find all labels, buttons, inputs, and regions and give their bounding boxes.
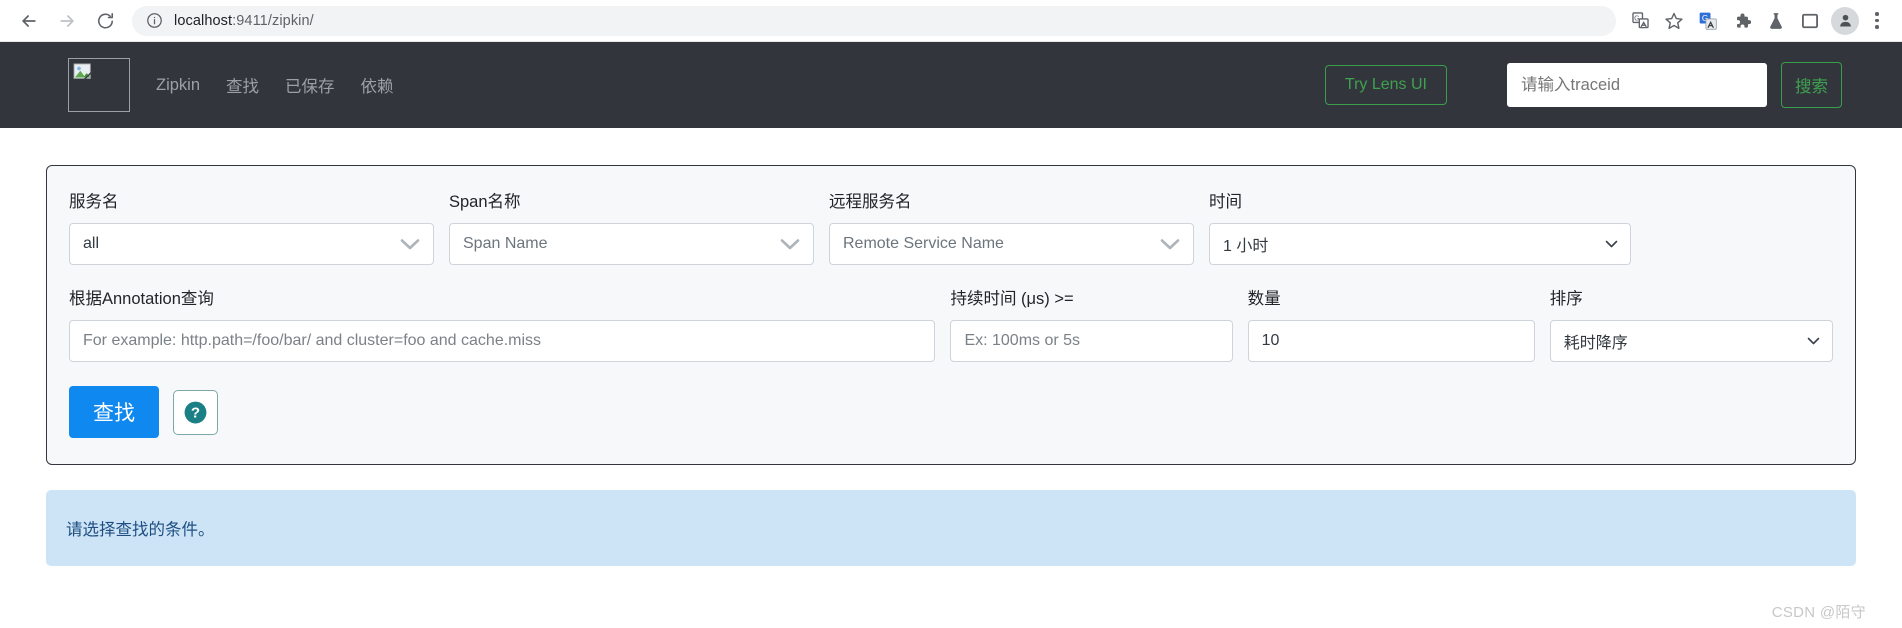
extensions-puzzle-icon[interactable] (1726, 5, 1758, 37)
filter-row-1: 服务名 all Span名称 Span Name 远程服务名 Remote Se… (69, 188, 1833, 265)
annotation-query-input[interactable] (69, 320, 936, 362)
zipkin-logo (68, 58, 130, 112)
sort-order-select[interactable]: 耗时降序 (1549, 320, 1833, 362)
lookback-value: 1 小时 (1223, 238, 1269, 255)
address-bar[interactable]: localhost:9411/zipkin/ (132, 5, 1616, 36)
span-name-value: Span Name (463, 235, 548, 252)
label-span-name: Span名称 (449, 193, 521, 211)
url-path: :9411/zipkin/ (232, 12, 314, 29)
field-limit: 数量 10 (1247, 285, 1535, 362)
field-lookback: 时间 1 小时 (1209, 188, 1631, 265)
back-button[interactable] (12, 4, 46, 38)
chevron-down-icon (780, 238, 800, 251)
action-buttons: 查找 ? (69, 386, 1833, 438)
label-sort-order: 排序 (1549, 290, 1583, 308)
lookback-select[interactable]: 1 小时 (1209, 223, 1631, 265)
filter-row-2: 根据Annotation查询 持续时间 (μs) >= 数量 10 排序 耗时降… (69, 285, 1833, 362)
watermark: CSDN @陌守 (1771, 604, 1866, 621)
three-dot-menu-icon[interactable] (1864, 5, 1890, 37)
bookmark-star-icon[interactable] (1658, 5, 1690, 37)
page-body: 服务名 all Span名称 Span Name 远程服务名 Remote Se… (0, 165, 1902, 566)
field-annotation-query: 根据Annotation查询 (69, 285, 936, 362)
duration-input[interactable] (950, 320, 1233, 362)
label-remote-service-name: 远程服务名 (829, 193, 912, 211)
field-span-name: Span名称 Span Name (449, 188, 814, 265)
header-right: Try Lens UI 搜索 (1324, 62, 1842, 108)
sort-order-value: 耗时降序 (1563, 335, 1628, 352)
reload-button[interactable] (88, 4, 122, 38)
broken-image-placeholder-icon (73, 63, 94, 81)
zipkin-header: Zipkin 查找 已保存 依赖 Try Lens UI 搜索 (0, 42, 1902, 128)
remote-service-name-select[interactable]: Remote Service Name (829, 223, 1194, 265)
translate-icon[interactable]: G (1624, 5, 1656, 37)
chevron-down-icon (1160, 238, 1180, 251)
reload-icon (97, 12, 113, 29)
lab-flask-icon[interactable] (1760, 5, 1792, 37)
try-lens-ui-button[interactable]: Try Lens UI (1324, 65, 1447, 105)
label-lookback: 时间 (1209, 193, 1242, 211)
back-arrow-icon (22, 14, 36, 27)
span-name-select[interactable]: Span Name (449, 223, 814, 265)
nav-item-find[interactable]: 查找 (226, 73, 259, 97)
field-remote-service-name: 远程服务名 Remote Service Name (829, 188, 1194, 265)
chevron-down-icon (1605, 240, 1618, 249)
forward-button[interactable] (50, 4, 84, 38)
label-limit: 数量 (1247, 290, 1281, 308)
svg-text:G: G (1634, 15, 1640, 23)
nav-brand-zipkin[interactable]: Zipkin (156, 76, 200, 95)
remote-service-name-value: Remote Service Name (843, 235, 1004, 252)
find-button[interactable]: 查找 (69, 386, 159, 438)
label-duration: 持续时间 (μs) >= (950, 290, 1074, 308)
info-circle-icon[interactable] (146, 12, 163, 29)
google-translate-extension-icon[interactable]: G (1692, 5, 1724, 37)
forward-arrow-icon (60, 14, 74, 27)
notice-banner: 请选择查找的条件。 (46, 490, 1856, 566)
svg-text:?: ? (191, 404, 200, 421)
address-bar-url: localhost:9411/zipkin/ (174, 13, 314, 29)
notice-message: 请选择查找的条件。 (66, 521, 215, 539)
limit-input[interactable]: 10 (1247, 320, 1535, 362)
url-host: localhost (174, 12, 233, 29)
label-service-name: 服务名 (69, 193, 119, 211)
search-panel: 服务名 all Span名称 Span Name 远程服务名 Remote Se… (46, 165, 1856, 465)
question-mark-circle-icon: ? (184, 401, 207, 423)
side-panel-icon[interactable] (1794, 5, 1826, 37)
nav-item-saved[interactable]: 已保存 (285, 73, 335, 97)
field-sort-order: 排序 耗时降序 (1549, 285, 1833, 362)
header-nav: Zipkin 查找 已保存 依赖 (156, 73, 394, 97)
service-name-value: all (83, 235, 100, 252)
traceid-input[interactable] (1507, 63, 1767, 107)
header-left: Zipkin 查找 已保存 依赖 (68, 58, 394, 112)
help-button[interactable]: ? (173, 389, 218, 435)
limit-value: 10 (1261, 332, 1280, 349)
chevron-down-icon (1807, 337, 1820, 346)
traceid-search-button[interactable]: 搜索 (1781, 62, 1842, 108)
chevron-down-icon (400, 238, 420, 251)
field-duration: 持续时间 (μs) >= (950, 285, 1233, 362)
label-annotation-query: 根据Annotation查询 (69, 290, 214, 308)
browser-toolbar: localhost:9411/zipkin/ G G (0, 0, 1902, 42)
nav-item-dependencies[interactable]: 依赖 (361, 73, 394, 97)
toolbar-actions: G G (1624, 5, 1890, 37)
profile-avatar-icon[interactable] (1831, 6, 1859, 35)
service-name-select[interactable]: all (69, 223, 434, 265)
field-service-name: 服务名 all (69, 188, 434, 265)
